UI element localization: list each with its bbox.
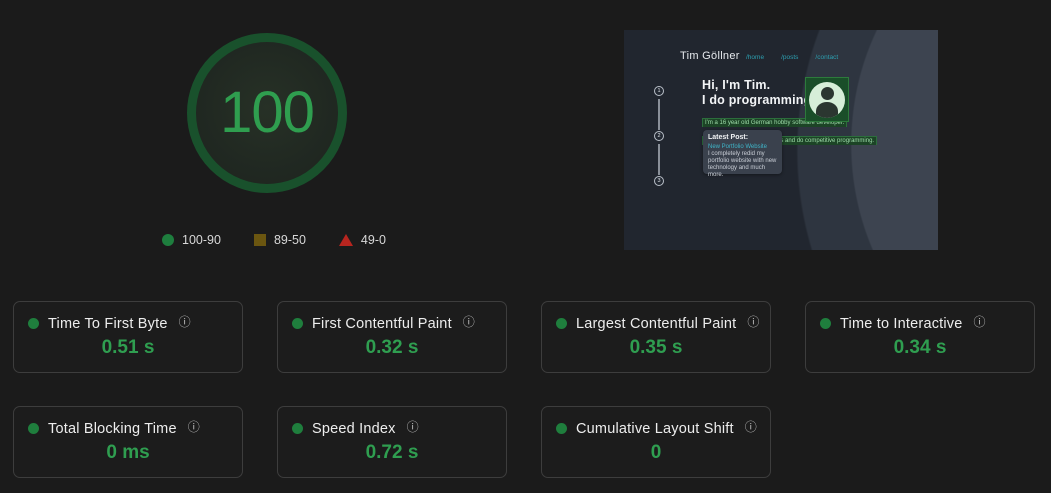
info-icon[interactable]: ⓘ (188, 418, 200, 435)
metric-label: Time To First Byte (48, 315, 168, 332)
metric-status-dot (556, 423, 567, 434)
metric-status-dot (820, 318, 831, 329)
metric-status-dot (292, 423, 303, 434)
info-icon[interactable]: ⓘ (974, 313, 986, 330)
info-icon[interactable]: ⓘ (179, 313, 191, 330)
metric-status-dot (556, 318, 567, 329)
latest-post-card: Latest Post: New Portfolio Website I com… (703, 130, 782, 178)
info-icon[interactable]: ⓘ (407, 418, 419, 435)
timeline-connector (658, 99, 660, 130)
legend-item-fail: 49-0 (338, 233, 386, 247)
legend-item-average: 89-50 (253, 233, 306, 247)
preview-hero-title: Hi, I'm Tim. I do programming. (702, 78, 815, 108)
timeline-step-3: 3 (654, 176, 664, 186)
timeline-connector (658, 144, 660, 175)
latest-post-link: New Portfolio Website (708, 144, 767, 150)
metric-label: Time to Interactive (840, 315, 963, 332)
preview-nav-contact: /contact (815, 54, 839, 61)
preview-nav-home: /home (746, 54, 765, 61)
hero-line-2: I do programming. (702, 93, 816, 107)
legend-label-fail: 49-0 (360, 233, 386, 247)
metric-value: 0.72 s (365, 442, 419, 463)
legend-label-pass: 100-90 (182, 233, 221, 247)
metric-status-dot (28, 318, 39, 329)
latest-post-title: Latest Post: (708, 134, 749, 141)
metric-value: 0.32 s (365, 337, 419, 358)
latest-post-body: I completely redid my portfolio website … (708, 151, 777, 178)
preview-nav: /home /posts /contact (746, 54, 838, 61)
metric-label: Total Blocking Time (48, 420, 177, 437)
preview-site-title: Tim Göllner (680, 50, 740, 62)
avatar (805, 77, 849, 122)
performance-score: 100 (220, 80, 315, 145)
metric-card-ttfb: Time To First Byte ⓘ 0.51 s (13, 301, 243, 373)
metric-value: 0.51 s (101, 337, 155, 358)
metric-card-cls: Cumulative Layout Shift ⓘ 0 (541, 406, 771, 478)
metric-label: Cumulative Layout Shift (576, 420, 734, 437)
score-legend: 100-90 89-50 49-0 (162, 233, 386, 247)
green-circle-icon (162, 234, 174, 246)
metric-value: 0 (650, 442, 662, 463)
metric-card-tbt: Total Blocking Time ⓘ 0 ms (13, 406, 243, 478)
yellow-square-icon (253, 234, 266, 246)
metric-label: First Contentful Paint (312, 315, 452, 332)
metric-card-speed-index: Speed Index ⓘ 0.72 s (277, 406, 507, 478)
performance-report: 100 100-90 89-50 49-0 Tim Göllner /home … (0, 0, 1051, 493)
timeline-step-2: 2 (654, 131, 664, 141)
info-icon[interactable]: ⓘ (747, 313, 759, 330)
metric-card-fcp: First Contentful Paint ⓘ 0.32 s (277, 301, 507, 373)
legend-label-average: 89-50 (273, 233, 306, 247)
red-triangle-icon (338, 234, 353, 246)
legend-item-pass: 100-90 (162, 233, 221, 247)
metric-status-dot (28, 423, 39, 434)
person-icon (809, 81, 845, 118)
preview-nav-posts: /posts (781, 54, 799, 61)
metric-status-dot (292, 318, 303, 329)
timeline-step-1: 1 (654, 86, 664, 96)
metric-value: 0.34 s (893, 337, 947, 358)
performance-score-gauge: 100 (187, 33, 347, 193)
metric-card-tti: Time to Interactive ⓘ 0.34 s (805, 301, 1035, 373)
metric-label: Speed Index (312, 420, 396, 437)
metric-value: 0.35 s (629, 337, 683, 358)
metric-card-lcp: Largest Contentful Paint ⓘ 0.35 s (541, 301, 771, 373)
metric-value: 0 ms (106, 442, 150, 463)
info-icon[interactable]: ⓘ (463, 313, 475, 330)
info-icon[interactable]: ⓘ (745, 418, 757, 435)
metrics-grid: Time To First Byte ⓘ 0.51 s First Conten… (13, 301, 1035, 478)
hero-line-1: Hi, I'm Tim. (702, 78, 771, 92)
page-screenshot-preview: Tim Göllner /home /posts /contact 1 2 3 … (624, 30, 938, 250)
metric-label: Largest Contentful Paint (576, 315, 737, 332)
